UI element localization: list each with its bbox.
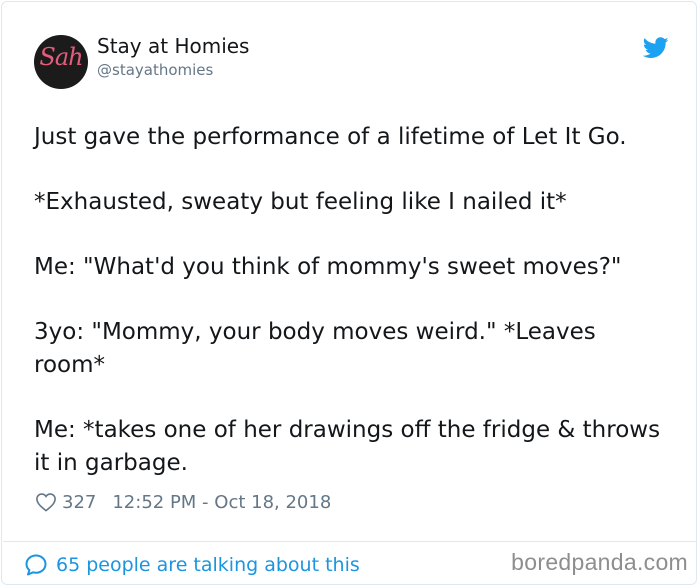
heart-icon[interactable] bbox=[35, 492, 57, 512]
avatar[interactable]: Sah bbox=[34, 35, 88, 89]
tweet-text: Just gave the performance of a lifetime … bbox=[34, 121, 674, 480]
tweet-card: Sah Stay at Homies @stayathomies Just ga… bbox=[1, 1, 697, 585]
conversation-text: 65 people are talking about this bbox=[56, 554, 360, 576]
tweet-paragraph: 3yo: "Mommy, your body moves weird." *Le… bbox=[34, 319, 596, 378]
tweet-paragraph: Just gave the performance of a lifetime … bbox=[34, 124, 627, 150]
tweet-paragraph: Me: *takes one of her drawings off the f… bbox=[34, 417, 661, 476]
speech-bubble-icon bbox=[25, 554, 47, 576]
watermark: boredpanda.com bbox=[511, 549, 688, 575]
tweet-meta: 327 12:52 PM - Oct 18, 2018 bbox=[35, 490, 331, 514]
like-count: 327 bbox=[62, 491, 97, 513]
tweet-paragraph: Me: "What'd you think of mommy's sweet m… bbox=[34, 254, 622, 280]
twitter-bird-icon[interactable] bbox=[643, 37, 669, 59]
tweet-paragraph: *Exhausted, sweaty but feeling like I na… bbox=[34, 189, 567, 215]
divider bbox=[3, 541, 697, 542]
avatar-logo-text: Sah bbox=[39, 43, 83, 71]
conversation-link[interactable]: 65 people are talking about this bbox=[24, 551, 360, 579]
user-handle[interactable]: @stayathomies bbox=[97, 61, 213, 79]
display-name[interactable]: Stay at Homies bbox=[97, 34, 249, 58]
timestamp[interactable]: 12:52 PM - Oct 18, 2018 bbox=[112, 492, 331, 513]
